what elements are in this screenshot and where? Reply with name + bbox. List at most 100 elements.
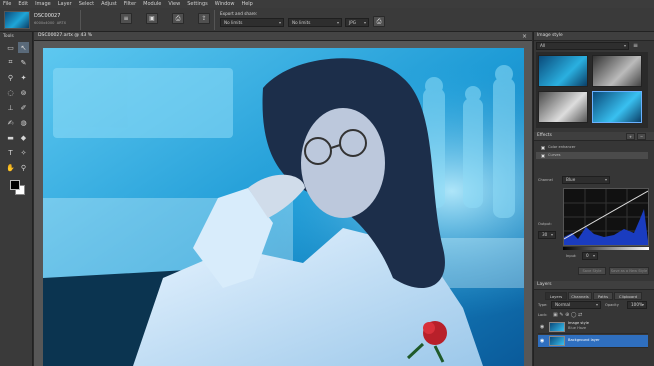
channel-select[interactable]: Blue	[562, 176, 610, 184]
layer-thumbnail	[549, 336, 565, 346]
shape-icon[interactable]: ✧	[18, 147, 29, 158]
foreground-color-swatch[interactable]	[10, 180, 20, 190]
tab-layers[interactable]: Layers	[545, 292, 567, 300]
menu-bar: File Edit Image Layer Select Adjust Filt…	[0, 0, 654, 8]
zoom-icon[interactable]: ⚲	[18, 162, 29, 173]
rect-select-icon[interactable]: ▭	[5, 42, 16, 53]
fill-icon[interactable]: ◆	[18, 132, 29, 143]
export-print-icon[interactable]: ⎙	[373, 16, 385, 27]
effect-label-1: Color enhancer	[548, 145, 576, 149]
close-icon[interactable]: ×	[522, 33, 527, 40]
style-menu-icon[interactable]: ≡	[633, 42, 638, 49]
export-icon[interactable]: ⇪	[198, 13, 210, 24]
eraser-icon[interactable]: ▬	[5, 132, 16, 143]
print-icon[interactable]: ⎙	[172, 13, 184, 24]
menu-icon[interactable]: ≡	[120, 13, 132, 24]
wand-icon[interactable]: ✦	[18, 72, 29, 83]
move-icon[interactable]: ↖	[18, 42, 29, 53]
pencil-icon[interactable]: ✐	[18, 102, 29, 113]
file-meta: 6000x4000 ARTX	[34, 21, 66, 25]
menu-file[interactable]: File	[3, 0, 11, 8]
menu-image[interactable]: Image	[35, 0, 51, 8]
stamp-icon[interactable]: ⊥	[5, 102, 16, 113]
eye-icon[interactable]: ◉	[540, 324, 544, 330]
menu-select[interactable]: Select	[79, 0, 94, 8]
output-label: Output:	[538, 222, 552, 226]
style-thumb-vivid[interactable]	[538, 55, 588, 87]
export-width-select[interactable]: No limits	[220, 18, 284, 27]
layer-name: Image style	[568, 321, 590, 325]
menu-help[interactable]: Help	[241, 0, 252, 8]
menu-adjust[interactable]: Adjust	[101, 0, 117, 8]
input-gradient	[563, 247, 649, 250]
file-dims: 6000x4000	[34, 21, 55, 25]
menu-module[interactable]: Module	[143, 0, 161, 8]
save-icon[interactable]: ▣	[146, 13, 158, 24]
layer-row[interactable]: ◉ Background layer	[538, 335, 648, 348]
style-thumb-sketch[interactable]	[592, 55, 642, 87]
smudge-icon[interactable]: ✍	[5, 117, 16, 128]
export-title: Export and share:	[220, 11, 258, 16]
curves-graph[interactable]	[563, 188, 649, 246]
photo-image	[43, 48, 524, 366]
opacity-label: Opacity	[605, 303, 619, 307]
menu-view[interactable]: View	[168, 0, 180, 8]
menu-layer[interactable]: Layer	[58, 0, 72, 8]
tab-clipboard[interactable]: Clipboard	[614, 292, 642, 300]
style-category-value: All	[540, 43, 546, 48]
divider	[214, 10, 215, 30]
opacity-field[interactable]: 100%	[627, 301, 647, 309]
blur-icon[interactable]: ◍	[18, 117, 29, 128]
effect-checkbox-1[interactable]	[541, 146, 545, 150]
menu-window[interactable]: Window	[215, 0, 235, 8]
layers-header	[534, 281, 654, 290]
save-style-button[interactable]: Save Style	[578, 267, 606, 275]
save-new-style-button[interactable]: Save as a New Style	[609, 267, 649, 275]
document-title: DSC00027.artx @ 43 %	[38, 33, 93, 38]
style-thumb-light[interactable]	[538, 91, 588, 123]
blend-mode-value: Normal	[555, 302, 571, 307]
image-style-title: Image style	[537, 33, 563, 38]
effect-label-2: Curves	[548, 153, 561, 157]
layer-sub: Blue Haze	[568, 326, 587, 330]
divider	[80, 10, 81, 30]
hand-icon[interactable]: ✋	[5, 162, 16, 173]
opacity-value: 100%	[631, 302, 643, 307]
export-height-value: No limits	[292, 20, 311, 25]
text-icon[interactable]: T	[5, 147, 16, 158]
menu-edit[interactable]: Edit	[18, 0, 28, 8]
export-format-select[interactable]: JPG	[345, 18, 369, 27]
crop-icon[interactable]: ⌗	[5, 57, 16, 68]
input-value: 0	[586, 253, 589, 258]
brush-icon[interactable]: ✎	[18, 57, 29, 68]
style-thumb-blue-haze[interactable]	[592, 91, 642, 123]
effects-header	[534, 132, 654, 141]
blend-mode-select[interactable]: Normal	[551, 301, 601, 309]
document-tab[interactable]	[34, 32, 532, 41]
export-height-select[interactable]: No limits	[288, 18, 342, 27]
file-name: DSC00027	[34, 13, 61, 19]
lock-label: Lock:	[538, 313, 548, 317]
clone-icon[interactable]: ⊚	[18, 87, 29, 98]
dropper-icon[interactable]: ⚲	[5, 72, 16, 83]
effect-checkbox-2[interactable]	[541, 154, 545, 158]
output-field[interactable]: 30	[538, 231, 556, 239]
remove-effect-button[interactable]: −	[637, 133, 646, 140]
layers-title: Layers	[537, 282, 552, 287]
style-category-select[interactable]: All	[536, 42, 629, 50]
tab-channels[interactable]: Channels	[568, 292, 592, 300]
eye-icon[interactable]: ◉	[540, 338, 544, 344]
menu-filter[interactable]: Filter	[124, 0, 136, 8]
type-label: Type:	[538, 303, 548, 307]
menu-settings[interactable]: Settings	[187, 0, 208, 8]
input-field[interactable]: 0	[582, 252, 598, 260]
lasso-icon[interactable]: ◌	[5, 87, 16, 98]
lock-icons[interactable]: ▣ ✎ ⊕ ◯ ⇄	[553, 312, 582, 318]
photo-canvas[interactable]	[43, 48, 524, 366]
add-effect-button[interactable]: +	[626, 133, 635, 140]
file-thumbnail[interactable]	[4, 11, 30, 29]
layer-row[interactable]: ◉ Image style Blue Haze	[538, 321, 648, 334]
channel-label: Channel	[538, 178, 553, 182]
export-width-value: No limits	[224, 20, 243, 25]
tab-paths[interactable]: Paths	[593, 292, 613, 300]
